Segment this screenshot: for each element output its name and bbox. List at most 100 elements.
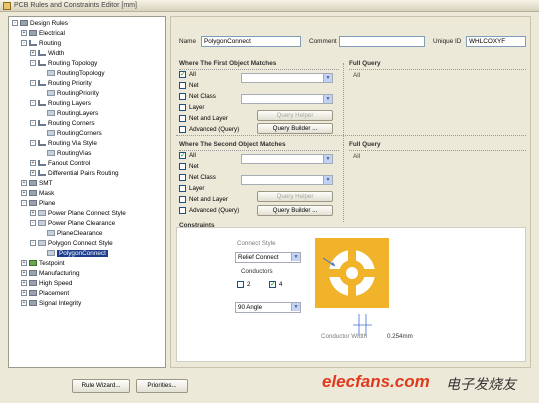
expand-icon[interactable]: +: [21, 290, 27, 297]
unique-id-input[interactable]: [466, 36, 526, 47]
first-option-row[interactable]: Net and Layer: [179, 114, 228, 123]
tree-item[interactable]: - Routing Via Style: [30, 139, 97, 149]
collapse-icon[interactable]: -: [30, 120, 36, 127]
collapse-icon[interactable]: -: [30, 140, 36, 147]
second-net-combo[interactable]: ▼: [241, 154, 333, 164]
tree-item[interactable]: + SMT: [21, 179, 53, 189]
first-checkbox[interactable]: [179, 92, 186, 100]
tree-item[interactable]: + Mask: [21, 189, 54, 199]
tree-item[interactable]: + Testpoint: [21, 259, 65, 269]
rule-icon: [47, 70, 55, 77]
tree-item[interactable]: PolygonConnect: [39, 249, 108, 259]
expand-icon[interactable]: +: [21, 180, 27, 187]
second-checkbox[interactable]: [179, 195, 186, 203]
second-checkbox[interactable]: [179, 184, 186, 192]
first-net-combo[interactable]: ▼: [241, 73, 333, 83]
first-option-row[interactable]: Net Class: [179, 92, 216, 101]
tree-item[interactable]: + High Speed: [21, 279, 72, 289]
tree-item[interactable]: + Electrical: [21, 29, 65, 39]
second-query-builder-button[interactable]: Query Builder ...: [257, 205, 333, 216]
tree-item-label: Design Rules: [30, 20, 69, 27]
rule-name-input[interactable]: [201, 36, 301, 47]
first-option-row[interactable]: Net: [179, 81, 199, 90]
tree-item[interactable]: RoutingTopology: [39, 69, 105, 79]
collapse-icon[interactable]: -: [21, 40, 27, 47]
tree-item[interactable]: - Routing Corners: [30, 119, 95, 129]
connect-style-select[interactable]: Relief Connect ▼: [235, 252, 301, 263]
comment-input[interactable]: [339, 36, 425, 47]
tree-item[interactable]: RoutingVias: [39, 149, 91, 159]
collapse-icon[interactable]: -: [30, 220, 36, 227]
expand-icon[interactable]: +: [21, 300, 27, 307]
first-checkbox[interactable]: [179, 70, 186, 79]
tree-item-label: Manufacturing: [39, 270, 80, 277]
second-checkbox[interactable]: [179, 173, 186, 181]
collapse-icon[interactable]: -: [30, 60, 36, 67]
second-checkbox[interactable]: [179, 162, 186, 170]
conductors-2-checkbox[interactable]: [237, 280, 244, 288]
expand-icon[interactable]: +: [30, 170, 36, 177]
tree-item[interactable]: - Routing Priority: [30, 79, 92, 89]
first-query-builder-button[interactable]: Query Builder ...: [257, 123, 333, 134]
route-icon: [29, 40, 37, 47]
second-option-row[interactable]: Net Class: [179, 173, 216, 182]
conductors-4-option[interactable]: 4: [269, 280, 282, 289]
collapse-icon[interactable]: -: [30, 80, 36, 87]
second-netclass-combo[interactable]: ▼: [241, 175, 333, 185]
tree-item[interactable]: - Polygon Connect Style: [30, 239, 113, 249]
expand-icon[interactable]: +: [21, 190, 27, 197]
expand-icon[interactable]: +: [21, 30, 27, 37]
tree-item[interactable]: + Differential Pairs Routing: [30, 169, 119, 179]
expand-icon[interactable]: +: [21, 280, 27, 287]
first-option-row[interactable]: Layer: [179, 103, 204, 112]
first-checkbox[interactable]: [179, 125, 186, 133]
first-option-row[interactable]: Advanced (Query): [179, 125, 239, 134]
collapse-icon[interactable]: -: [21, 200, 27, 207]
second-option-row[interactable]: Net and Layer: [179, 195, 228, 204]
first-checkbox[interactable]: [179, 81, 186, 89]
second-query-helper-button[interactable]: Query Helper: [257, 191, 333, 202]
tree-item[interactable]: + Width: [30, 49, 64, 59]
tree-item[interactable]: + Fanout Control: [30, 159, 90, 169]
tree-item[interactable]: + Manufacturing: [21, 269, 80, 279]
first-option-row[interactable]: All: [179, 70, 196, 79]
tree-item[interactable]: - Routing Layers: [30, 99, 91, 109]
tree-item[interactable]: - Design Rules: [12, 19, 68, 29]
first-checkbox[interactable]: [179, 103, 186, 111]
second-checkbox[interactable]: [179, 151, 186, 160]
expand-icon[interactable]: +: [21, 270, 27, 277]
tree-item[interactable]: RoutingLayers: [39, 109, 98, 119]
first-query-helper-button[interactable]: Query Helper: [257, 110, 333, 121]
expand-icon[interactable]: +: [30, 210, 36, 217]
collapse-icon[interactable]: -: [30, 100, 36, 107]
second-option-row[interactable]: Net: [179, 162, 199, 171]
tree-item[interactable]: + Power Plane Connect Style: [30, 209, 126, 219]
angle-select[interactable]: 90 Angle ▼: [235, 302, 301, 313]
conductors-4-checkbox[interactable]: [269, 280, 276, 289]
priorities-button[interactable]: Priorities...: [136, 379, 188, 393]
collapse-icon[interactable]: -: [12, 20, 18, 27]
first-netclass-combo[interactable]: ▼: [241, 94, 333, 104]
rules-tree[interactable]: - Design Rules + Electrical - Routing + Width - R…: [8, 16, 166, 368]
tree-item[interactable]: - Plane: [21, 199, 55, 209]
conductors-2-option[interactable]: 2: [237, 280, 250, 289]
first-checkbox[interactable]: [179, 114, 186, 122]
second-option-row[interactable]: Advanced (Query): [179, 206, 239, 215]
chevron-down-icon: ▼: [291, 303, 300, 311]
second-option-row[interactable]: Layer: [179, 184, 204, 193]
tree-item[interactable]: PlaneClearance: [39, 229, 102, 239]
tree-item[interactable]: - Power Plane Clearance: [30, 219, 115, 229]
expand-icon[interactable]: +: [21, 260, 27, 267]
second-option-row[interactable]: All: [179, 151, 196, 160]
expand-icon[interactable]: +: [30, 50, 36, 57]
tree-item[interactable]: RoutingCorners: [39, 129, 102, 139]
tree-item[interactable]: - Routing Topology: [30, 59, 97, 69]
rule-wizard-button[interactable]: Rule Wizard...: [72, 379, 130, 393]
second-checkbox[interactable]: [179, 206, 186, 214]
collapse-icon[interactable]: -: [30, 240, 36, 247]
expand-icon[interactable]: +: [30, 160, 36, 167]
tree-item[interactable]: - Routing: [21, 39, 61, 49]
tree-item[interactable]: + Signal Integrity: [21, 299, 81, 309]
tree-item[interactable]: + Placement: [21, 289, 69, 299]
tree-item[interactable]: RoutingPriority: [39, 89, 99, 99]
